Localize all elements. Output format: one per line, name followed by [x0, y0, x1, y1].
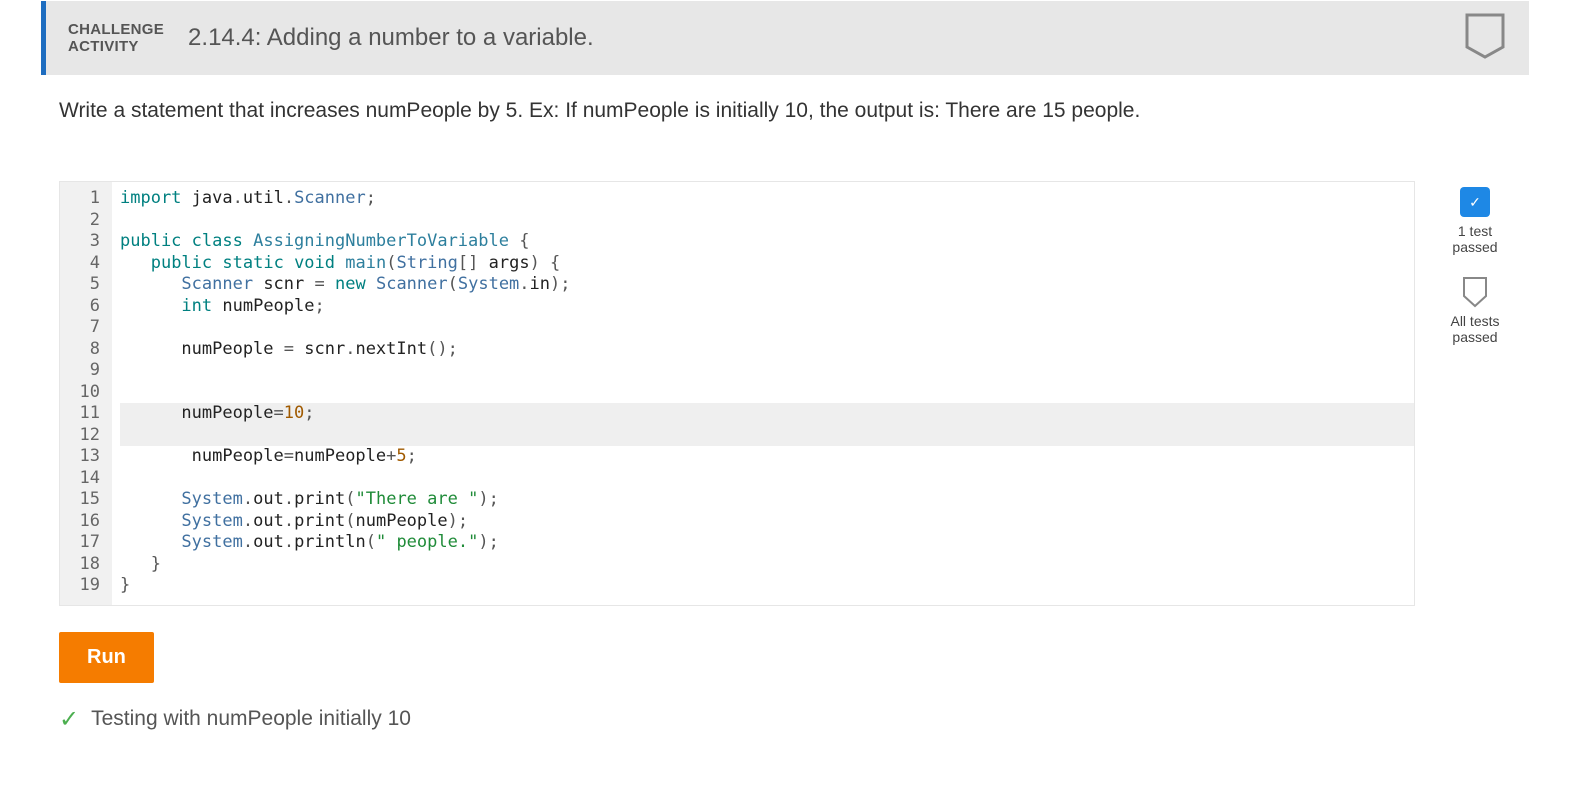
test-status-1: ✓ 1 test passed — [1452, 187, 1497, 255]
line-number: 14 — [60, 468, 104, 490]
line-number: 15 — [60, 489, 104, 511]
test-status-all: All tests passed — [1450, 277, 1499, 345]
code-line[interactable]: int numPeople; — [120, 296, 1414, 318]
code-line[interactable] — [120, 468, 1414, 490]
code-line[interactable] — [120, 360, 1414, 382]
line-number: 8 — [60, 339, 104, 361]
run-button[interactable]: Run — [59, 632, 154, 683]
code-content[interactable]: import java.util.Scanner; public class As… — [112, 182, 1414, 605]
test-status-all-label: All tests passed — [1450, 313, 1499, 345]
test-status-1-label: 1 test passed — [1452, 223, 1497, 255]
code-line[interactable]: System.out.print("There are "); — [120, 489, 1414, 511]
code-line[interactable]: } — [120, 575, 1414, 597]
code-line[interactable]: numPeople=10; — [120, 403, 1414, 425]
bookmark-icon[interactable] — [1463, 13, 1507, 61]
code-line[interactable] — [120, 210, 1414, 232]
code-line[interactable]: } — [120, 554, 1414, 576]
line-number: 9 — [60, 360, 104, 382]
line-number: 19 — [60, 575, 104, 597]
code-line[interactable] — [120, 382, 1414, 404]
line-number-gutter: 12345678910111213141516171819 — [60, 182, 112, 605]
line-number: 18 — [60, 554, 104, 576]
challenge-header: CHALLENGE ACTIVITY 2.14.4: Adding a numb… — [41, 1, 1529, 75]
code-line[interactable] — [120, 317, 1414, 339]
line-number: 10 — [60, 382, 104, 404]
code-line[interactable]: public static void main(String[] args) { — [120, 253, 1414, 275]
line-number: 11 — [60, 403, 104, 425]
line-number: 16 — [60, 511, 104, 533]
test-status-sidebar: ✓ 1 test passed All tests passed — [1415, 181, 1511, 345]
challenge-title: 2.14.4: Adding a number to a variable. — [182, 1, 594, 75]
line-number: 7 — [60, 317, 104, 339]
test-result-row: ✓ Testing with numPeople initially 10 — [59, 705, 1415, 734]
line-number: 12 — [60, 425, 104, 447]
line-number: 3 — [60, 231, 104, 253]
code-line[interactable] — [120, 425, 1414, 447]
test-result-text: Testing with numPeople initially 10 — [91, 707, 411, 731]
checkbox-passed-icon: ✓ — [1460, 187, 1490, 217]
code-line[interactable]: System.out.println(" people."); — [120, 532, 1414, 554]
kicker-line-2: ACTIVITY — [68, 38, 164, 55]
code-editor[interactable]: 12345678910111213141516171819 import jav… — [59, 181, 1415, 606]
line-number: 1 — [60, 188, 104, 210]
code-line[interactable]: public class AssigningNumberToVariable { — [120, 231, 1414, 253]
shield-outline-icon — [1460, 277, 1490, 307]
challenge-prompt: Write a statement that increases numPeop… — [41, 75, 1529, 123]
code-line[interactable]: Scanner scnr = new Scanner(System.in); — [120, 274, 1414, 296]
line-number: 5 — [60, 274, 104, 296]
line-number: 2 — [60, 210, 104, 232]
code-line[interactable]: import java.util.Scanner; — [120, 188, 1414, 210]
code-line[interactable]: numPeople = scnr.nextInt(); — [120, 339, 1414, 361]
line-number: 13 — [60, 446, 104, 468]
kicker-line-1: CHALLENGE — [68, 21, 164, 38]
line-number: 4 — [60, 253, 104, 275]
line-number: 17 — [60, 532, 104, 554]
check-icon: ✓ — [59, 705, 79, 734]
line-number: 6 — [60, 296, 104, 318]
code-line[interactable]: numPeople=numPeople+5; — [120, 446, 1414, 468]
code-line[interactable]: System.out.print(numPeople); — [120, 511, 1414, 533]
